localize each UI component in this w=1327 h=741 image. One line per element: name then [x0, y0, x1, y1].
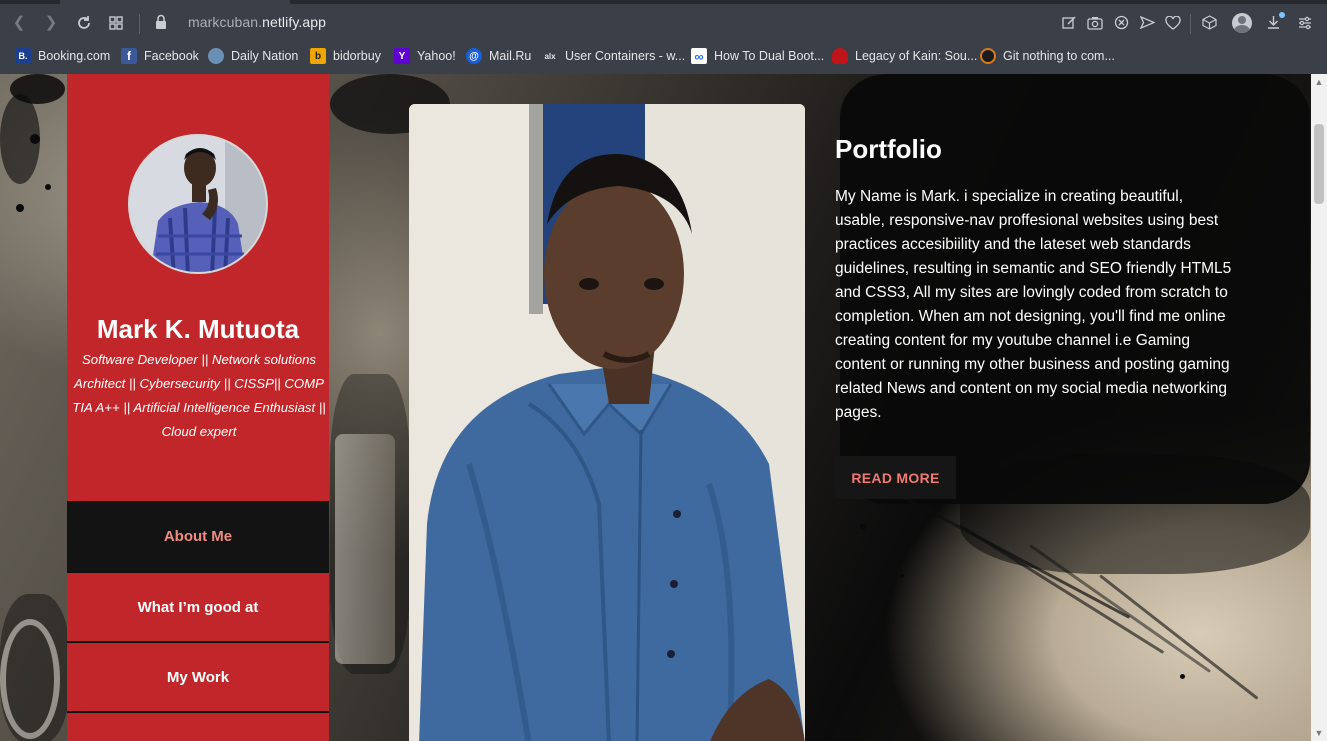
- nav-item-next[interactable]: [67, 711, 329, 741]
- profile-photo: [128, 134, 268, 274]
- browser-toolbar: ❮ ❯ markcuban.netlify.app: [0, 4, 1327, 42]
- bookmark-yahoo[interactable]: Y Yahoo!: [394, 46, 456, 66]
- heart-icon[interactable]: [1162, 12, 1184, 34]
- bookmark-label: Git nothing to com...: [1003, 49, 1115, 63]
- read-more-button[interactable]: READ MORE: [835, 456, 956, 499]
- bookmark-user-containers[interactable]: alx User Containers - w...: [542, 46, 685, 66]
- mailru-favicon-icon: @: [466, 48, 482, 64]
- profile-avatar-icon[interactable]: [1232, 13, 1252, 33]
- bookmark-booking[interactable]: B. Booking.com: [15, 46, 110, 66]
- lock-icon[interactable]: [155, 14, 169, 32]
- easy-setup-icon[interactable]: [1294, 12, 1316, 34]
- webpage: Mark K. Mutuota Software Developer || Ne…: [0, 74, 1311, 741]
- page-scrollbar[interactable]: ▲ ▼: [1311, 74, 1327, 741]
- section-heading: Portfolio: [835, 134, 942, 164]
- nav-item-about-me[interactable]: About Me: [67, 501, 329, 571]
- bookmark-label: Booking.com: [38, 49, 111, 63]
- profile-photo-illustration: [130, 136, 266, 272]
- back-icon[interactable]: ❮: [8, 12, 30, 34]
- scroll-thumb[interactable]: [1314, 124, 1324, 204]
- edit-icon[interactable]: [1058, 12, 1080, 34]
- bookmark-mailru[interactable]: @ Mail.Ru: [466, 46, 531, 66]
- scroll-down-icon[interactable]: ▼: [1314, 728, 1324, 738]
- git-favicon-icon: [980, 48, 996, 64]
- extensions-cube-icon[interactable]: [1198, 12, 1220, 34]
- alx-favicon-icon: alx: [544, 51, 556, 61]
- bookmark-legacy-of-kain[interactable]: Legacy of Kain: Sou...: [832, 46, 977, 66]
- bookmark-label: How To Dual Boot...: [714, 49, 825, 63]
- bookmark-label: bidorbuy: [333, 49, 381, 63]
- url-host: netlify.app: [262, 14, 327, 30]
- intro-paragraph: My Name is Mark. i specialize in creatin…: [835, 188, 1232, 421]
- download-indicator-dot: [1279, 12, 1285, 18]
- profile-name: Mark K. Mutuota: [96, 314, 300, 344]
- bookmark-label: User Containers - w...: [565, 49, 686, 63]
- bookmarks-bar: B. Booking.com f Facebook Daily Nation b bi…: [0, 42, 1327, 70]
- bookmark-label: Facebook: [144, 49, 199, 63]
- send-icon[interactable]: [1136, 12, 1158, 34]
- bookmark-git[interactable]: Git nothing to com...: [980, 46, 1115, 66]
- bidorbuy-favicon-icon: b: [310, 48, 326, 64]
- infinity-favicon-icon: ∞: [691, 48, 707, 64]
- tabs-grid-icon[interactable]: [105, 12, 127, 34]
- bookmark-label: Daily Nation: [231, 49, 299, 63]
- scroll-up-icon[interactable]: ▲: [1314, 77, 1324, 87]
- booking-favicon-icon: B.: [15, 48, 31, 64]
- address-bar[interactable]: markcuban.netlify.app: [188, 14, 326, 30]
- facebook-favicon-icon: f: [121, 48, 137, 64]
- bookmark-daily-nation[interactable]: Daily Nation: [208, 46, 298, 66]
- toolbar-divider: [1190, 14, 1191, 34]
- block-icon[interactable]: [1110, 12, 1132, 34]
- bookmark-dual-boot[interactable]: ∞ How To Dual Boot...: [691, 46, 824, 66]
- background-metal-shape: [335, 434, 395, 664]
- background-gear-shape: [0, 619, 60, 739]
- bookmark-facebook[interactable]: f Facebook: [121, 46, 199, 66]
- globe-favicon-icon: [208, 48, 224, 64]
- bookmark-label: Yahoo!: [417, 49, 456, 63]
- bookmark-bidorbuy[interactable]: b bidorbuy: [310, 46, 381, 66]
- sidebar: Mark K. Mutuota Software Developer || Ne…: [67, 74, 329, 741]
- yahoo-favicon-icon: Y: [394, 48, 410, 64]
- nav-item-my-work[interactable]: My Work: [67, 641, 329, 711]
- profile-tagline: Software Developer || Network solutions …: [72, 352, 326, 439]
- bookmark-label: Mail.Ru: [489, 49, 532, 63]
- bookmark-label: Legacy of Kain: Sou...: [855, 49, 978, 63]
- kain-favicon-icon: [832, 48, 848, 64]
- camera-icon[interactable]: [1084, 12, 1106, 34]
- nav-item-what-im-good-at[interactable]: What I’m good at: [67, 571, 329, 641]
- portrait-photo-illustration: [409, 104, 805, 741]
- reload-icon[interactable]: [73, 12, 95, 34]
- portrait-photo: [409, 104, 805, 741]
- toolbar-divider: [139, 14, 140, 34]
- browser-chrome: ❮ ❯ markcuban.netlify.app B. Booking.com…: [0, 0, 1327, 74]
- forward-icon[interactable]: ❯: [40, 12, 62, 34]
- url-prefix: markcuban.: [188, 14, 263, 30]
